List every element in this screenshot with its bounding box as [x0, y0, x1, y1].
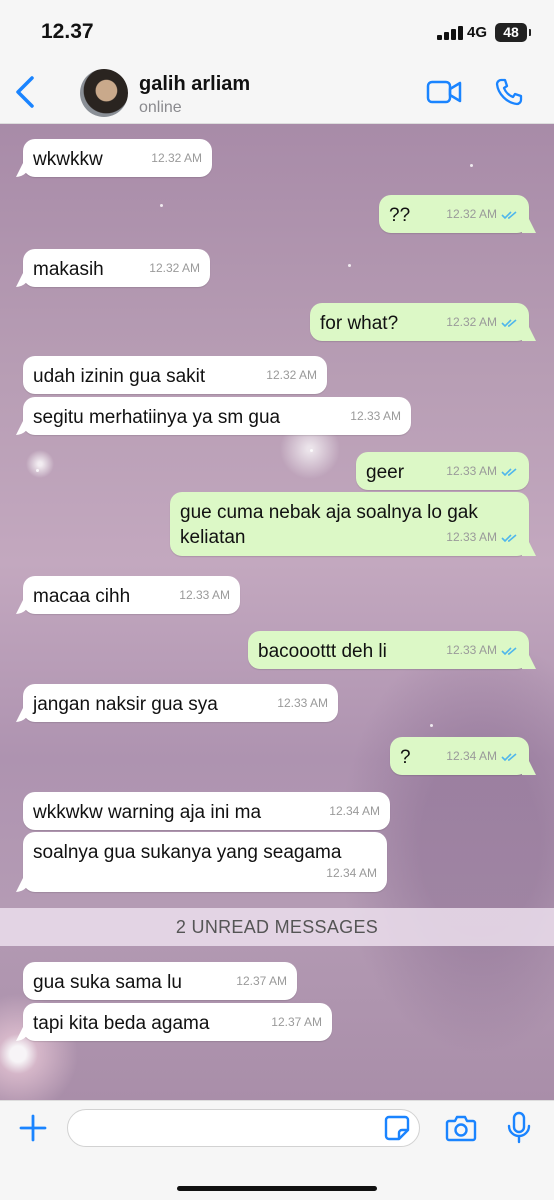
message-time: 12.37 AM — [271, 1015, 322, 1029]
message-text: bacooottt deh li — [258, 641, 387, 662]
message-outgoing[interactable]: gue cuma nebak aja soalnya lo gak keliat… — [170, 492, 529, 556]
message-text: macaa cihh — [33, 586, 131, 607]
message-text: gua suka sama lu — [33, 972, 182, 993]
status-bar: 12.37 4G 48 — [0, 0, 554, 60]
video-camera-icon[interactable] — [426, 78, 462, 106]
camera-icon[interactable] — [445, 1113, 477, 1143]
phone-icon[interactable] — [494, 77, 524, 107]
chat-background[interactable]: wkwkkw 12.32 AM ?? 12.32 AM makasih 12.3… — [0, 124, 554, 1100]
network-type: 4G — [467, 24, 488, 41]
message-outgoing[interactable]: ? 12.34 AM — [390, 737, 529, 775]
read-ticks-icon — [501, 647, 517, 655]
message-outgoing[interactable]: geer 12.33 AM — [356, 452, 529, 490]
message-text: makasih — [33, 259, 104, 280]
message-incoming[interactable]: macaa cihh 12.33 AM — [23, 576, 240, 614]
read-ticks-icon — [501, 319, 517, 327]
message-text: ?? — [389, 205, 411, 226]
message-time: 12.33 AM — [350, 409, 401, 423]
message-text: ? — [400, 747, 411, 768]
message-time: 12.37 AM — [236, 974, 287, 988]
message-incoming[interactable]: wkwkkw 12.32 AM — [23, 139, 212, 177]
message-time: 12.34 AM — [446, 749, 497, 763]
composer-bar — [0, 1100, 554, 1200]
message-text: wkkwkw warning aja ini ma — [33, 802, 262, 823]
message-text: jangan naksir gua sya — [33, 694, 218, 715]
read-ticks-icon — [501, 753, 517, 761]
message-time: 12.32 AM — [151, 151, 202, 165]
message-incoming[interactable]: tapi kita beda agama 12.37 AM — [23, 1003, 332, 1041]
message-incoming[interactable]: wkkwkw warning aja ini ma 12.34 AM — [23, 792, 390, 830]
message-incoming[interactable]: udah izinin gua sakit 12.32 AM — [23, 356, 327, 394]
message-time: 12.33 AM — [179, 588, 230, 602]
status-time: 12.37 — [41, 20, 94, 43]
message-time: 12.32 AM — [446, 207, 497, 221]
read-ticks-icon — [501, 211, 517, 219]
message-text: udah izinin gua sakit — [33, 366, 206, 387]
message-time: 12.33 AM — [446, 643, 497, 657]
message-incoming[interactable]: soalnya gua sukanya yang seagama 12.34 A… — [23, 832, 387, 892]
message-time: 12.32 AM — [149, 261, 200, 275]
contact-name[interactable]: galih arliam — [139, 73, 250, 96]
message-time: 12.32 AM — [266, 368, 317, 382]
message-text: segitu merhatiinya ya sm gua — [33, 407, 281, 428]
read-ticks-icon — [501, 468, 517, 476]
message-input[interactable] — [67, 1109, 420, 1147]
battery-icon: 48 — [495, 23, 531, 42]
message-text: gue cuma nebak aja soalnya lo gak keliat… — [180, 502, 478, 548]
sticker-icon[interactable] — [384, 1115, 410, 1141]
message-time: 12.32 AM — [446, 315, 497, 329]
message-text: tapi kita beda agama — [33, 1013, 210, 1034]
message-text: wkwkkw — [33, 149, 103, 170]
message-text: soalnya gua sukanya yang seagama — [33, 842, 342, 863]
signal-icon — [437, 26, 463, 40]
message-time: 12.34 AM — [329, 804, 380, 818]
presence-status: online — [139, 99, 182, 116]
message-text: for what? — [320, 313, 399, 334]
read-ticks-icon — [501, 534, 517, 542]
message-time: 12.33 AM — [446, 464, 497, 478]
message-text: geer — [366, 462, 405, 483]
chevron-left-icon[interactable] — [12, 74, 42, 110]
message-incoming[interactable]: makasih 12.32 AM — [23, 249, 210, 287]
home-indicator — [177, 1186, 377, 1191]
microphone-icon[interactable] — [507, 1111, 531, 1145]
plus-icon[interactable] — [18, 1113, 48, 1143]
message-outgoing[interactable]: for what? 12.32 AM — [310, 303, 529, 341]
message-time: 12.34 AM — [326, 866, 377, 880]
chat-header: galih arliam online — [0, 60, 554, 124]
message-incoming[interactable]: jangan naksir gua sya 12.33 AM — [23, 684, 338, 722]
message-outgoing[interactable]: bacooottt deh li 12.33 AM — [248, 631, 529, 669]
message-time: 12.33 AM — [277, 696, 328, 710]
message-time: 12.33 AM — [446, 530, 497, 544]
unread-divider: 2 UNREAD MESSAGES — [0, 908, 554, 946]
avatar[interactable] — [80, 69, 128, 117]
message-outgoing[interactable]: ?? 12.32 AM — [379, 195, 529, 233]
message-incoming[interactable]: segitu merhatiinya ya sm gua 12.33 AM — [23, 397, 411, 435]
message-incoming[interactable]: gua suka sama lu 12.37 AM — [23, 962, 297, 1000]
